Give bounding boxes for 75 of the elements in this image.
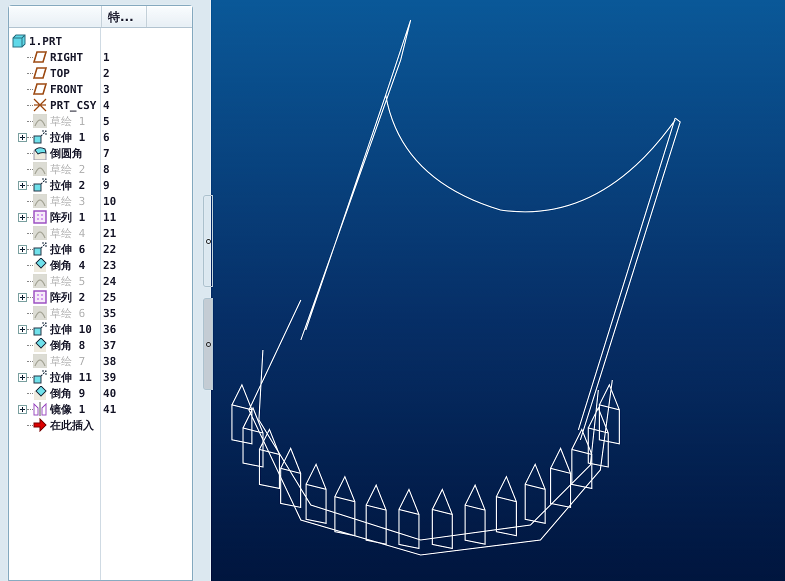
feature-number: 39 [103,370,116,384]
chamfer-icon [33,386,47,400]
expand-icon[interactable] [18,372,27,382]
feature-number: 6 [103,130,110,144]
feature-number: 3 [103,82,110,96]
tree-item-label[interactable]: FRONT [50,82,103,96]
extrude-icon [33,242,47,256]
splitter-handle[interactable] [203,298,213,390]
datum-plane-icon [33,82,47,96]
tree-item-label[interactable]: RIGHT [50,50,103,64]
sketch-icon [33,162,47,176]
sketch-icon [33,226,47,240]
tree-root-label[interactable]: 1.PRT [29,34,192,48]
tree-item-label[interactable]: 倒角 4 [50,258,103,272]
extrude-icon [33,130,47,144]
feature-number: 2 [103,66,110,80]
feature-number: 22 [103,242,116,256]
sketch-icon [33,354,47,368]
feature-number: 23 [103,258,116,272]
tree-item-label[interactable]: 拉伸 10 [50,322,103,336]
feature-number: 7 [103,146,110,160]
feature-number: 36 [103,322,116,336]
tree-item-label[interactable]: 阵列 1 [50,210,103,224]
feature-number: 37 [103,338,116,352]
sketch-icon [33,274,47,288]
chamfer-icon [33,258,47,272]
tree-item-label[interactable]: 在此插入 [50,418,103,432]
expand-icon[interactable] [18,132,27,142]
expand-icon[interactable] [18,180,27,190]
part-icon [12,34,26,48]
mirror-icon [33,402,47,416]
coordinate-system-icon [33,98,47,112]
feature-number: 4 [103,98,110,112]
expand-icon[interactable] [18,324,27,334]
feature-number: 25 [103,290,116,304]
tree-item-label[interactable]: 倒角 8 [50,338,103,352]
feature-number: 9 [103,178,110,192]
pattern-icon [33,290,47,304]
tree-item-label[interactable]: 拉伸 1 [50,130,103,144]
tree-item-label[interactable]: PRT_CSY [50,98,103,112]
tree-item-label[interactable]: 倒角 9 [50,386,103,400]
expand-icon[interactable] [18,244,27,254]
round-icon [33,146,47,160]
sketch-icon [33,194,47,208]
feature-number: 35 [103,306,116,320]
arrow-icon [33,418,47,432]
extrude-icon [33,178,47,192]
tree-item-label[interactable]: 镜像 1 [50,402,103,416]
feature-number: 11 [103,210,116,224]
chamfer-icon [33,338,47,352]
tree-item-label[interactable]: 阵列 2 [50,290,103,304]
tree-item-label[interactable]: 拉伸 6 [50,242,103,256]
extrude-icon [33,322,47,336]
extrude-icon [33,370,47,384]
tree-item-label[interactable]: 倒圆角 [50,146,103,160]
feature-number: 8 [103,162,110,176]
feature-number: 41 [103,402,116,416]
pattern-icon [33,210,47,224]
datum-plane-icon [33,66,47,80]
feature-number: 38 [103,354,116,368]
tree-item-label[interactable]: 拉伸 11 [50,370,103,384]
datum-plane-icon [33,50,47,64]
sketch-icon [33,306,47,320]
feature-number: 21 [103,226,116,240]
feature-number: 40 [103,386,116,400]
expand-icon[interactable] [18,404,27,414]
tree-item-label[interactable]: 拉伸 2 [50,178,103,192]
feature-number: 1 [103,50,110,64]
sketch-icon [33,114,47,128]
feature-number: 24 [103,274,116,288]
feature-number: 10 [103,194,116,208]
feature-number: 5 [103,114,110,128]
tree-item-label[interactable]: TOP [50,66,103,80]
expand-icon[interactable] [18,292,27,302]
expand-icon[interactable] [18,212,27,222]
